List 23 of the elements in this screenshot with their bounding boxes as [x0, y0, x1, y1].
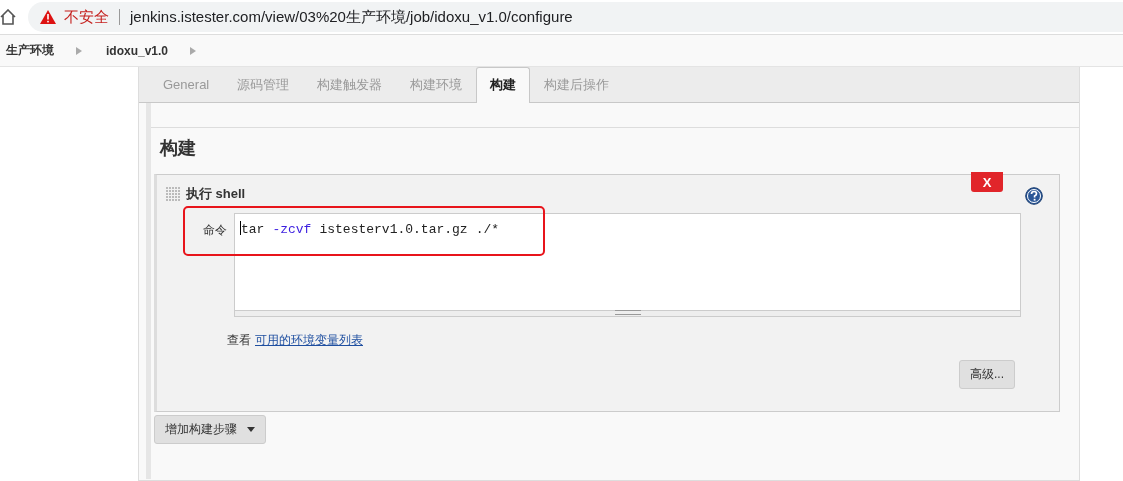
- chevron-icon[interactable]: [76, 46, 82, 55]
- step-title: 执行 shell: [186, 185, 246, 203]
- resize-handle[interactable]: [235, 310, 1020, 316]
- help-icon[interactable]: [1025, 187, 1043, 205]
- caret-icon: [247, 427, 255, 432]
- breadcrumb-link[interactable]: idoxu_v1.0: [106, 43, 169, 58]
- drag-handle-icon[interactable]: [166, 187, 180, 201]
- add-step-button[interactable]: 增加构建步骤: [154, 415, 266, 444]
- breadcrumb-link[interactable]: 生产环境: [6, 42, 54, 59]
- tab[interactable]: 构建: [476, 67, 531, 103]
- security-label: 不安全: [64, 7, 109, 27]
- address-field[interactable]: 不安全 jenkins.istester.com/view/03%20生产环境/job/idoxu_v1.0/configure: [28, 2, 1123, 32]
- hint-text: 查看: [227, 332, 251, 349]
- command-text: tar -zcvf istesterv1.0.tar.gz ./*: [240, 221, 501, 237]
- advanced-button[interactable]: 高级...: [959, 360, 1015, 389]
- url-text: jenkins.istester.com/view/03%20生产环境/job/idoxu_v1.0/configure: [130, 7, 573, 27]
- command-field[interactable]: tar -zcvf istesterv1.0.tar.gz ./*: [234, 213, 1021, 317]
- field-label: 命令: [202, 222, 227, 239]
- home-icon[interactable]: [0, 9, 16, 25]
- warning-icon: [40, 10, 56, 24]
- env-vars-link[interactable]: 可用的环境变量列表: [255, 332, 363, 349]
- delete-button[interactable]: X: [971, 172, 1003, 192]
- chevron-icon[interactable]: [190, 46, 197, 55]
